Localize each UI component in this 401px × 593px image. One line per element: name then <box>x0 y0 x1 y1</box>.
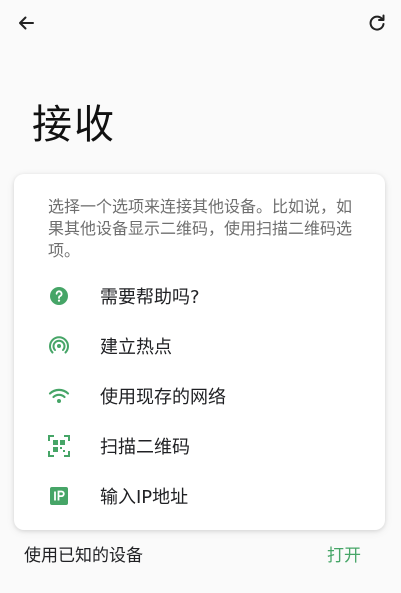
card-description: 选择一个选项来连接其他设备。比如说，如果其他设备显示二维码，使用扫描二维码选项。 <box>48 197 353 260</box>
known-devices-label: 使用已知的设备 <box>24 546 143 566</box>
arrow-left-icon[interactable] <box>10 7 42 39</box>
option-enter-ip[interactable]: 输入IP地址 <box>14 474 385 518</box>
option-existing-network[interactable]: 使用现存的网络 <box>14 374 385 418</box>
option-help[interactable]: 需要帮助吗? <box>14 274 385 318</box>
top-bar <box>0 0 401 48</box>
connect-options-card: 选择一个选项来连接其他设备。比如说，如果其他设备显示二维码，使用扫描二维码选项。… <box>14 174 385 530</box>
ip-icon <box>48 485 70 507</box>
help-circle-icon <box>48 285 70 307</box>
option-label: 扫描二维码 <box>100 437 190 458</box>
refresh-icon[interactable] <box>361 7 393 39</box>
option-label: 建立热点 <box>100 337 172 358</box>
option-hotspot[interactable]: 建立热点 <box>14 324 385 368</box>
open-known-devices-button[interactable]: 打开 <box>327 541 361 566</box>
hotspot-icon <box>48 335 70 357</box>
wifi-icon <box>48 385 70 407</box>
option-scan-qr[interactable]: 扫描二维码 <box>14 424 385 468</box>
page-title: 接收 <box>32 102 116 148</box>
option-label: 使用现存的网络 <box>100 387 226 408</box>
qr-scan-icon <box>48 435 70 457</box>
option-label: 需要帮助吗? <box>100 287 200 308</box>
option-label: 输入IP地址 <box>100 487 189 508</box>
